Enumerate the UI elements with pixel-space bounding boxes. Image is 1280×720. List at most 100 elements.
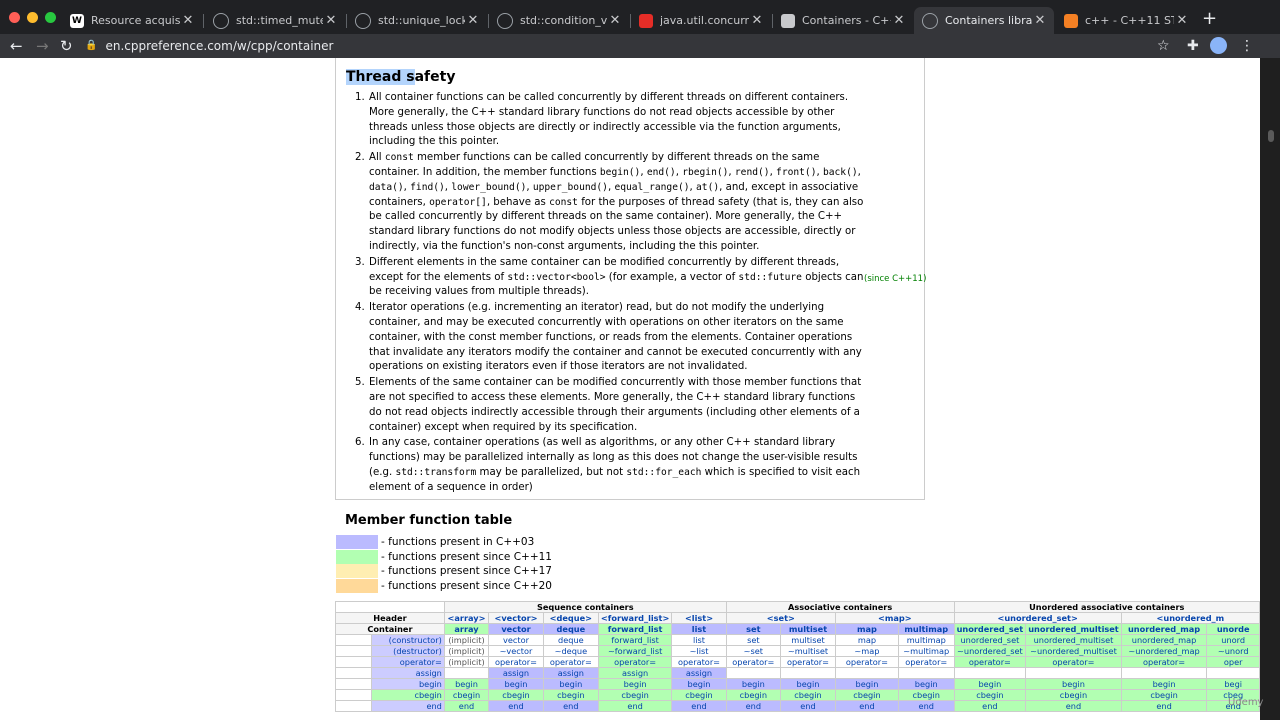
forward-icon[interactable]: → <box>36 37 49 55</box>
browser-tab[interactable]: c++ - C++11 STL cor✕ <box>1056 7 1196 34</box>
table-cell[interactable]: begin <box>725 678 782 690</box>
table-cell[interactable]: map <box>834 634 899 646</box>
container-name[interactable]: set <box>725 623 782 635</box>
table-cell[interactable]: begi <box>1206 678 1260 690</box>
row-label[interactable]: operator= <box>371 656 445 668</box>
container-name[interactable]: list <box>671 623 727 635</box>
table-cell[interactable]: unordered_multiset <box>1025 634 1122 646</box>
minimize-window-button[interactable] <box>27 12 38 23</box>
table-cell[interactable]: operator= <box>1120 656 1208 668</box>
table-cell[interactable]: cbegin <box>725 689 782 701</box>
bookmark-star-icon[interactable]: ☆ <box>1157 37 1170 55</box>
code-fragment[interactable]: std::future <box>738 272 802 283</box>
table-cell[interactable]: begin <box>542 678 599 690</box>
table-cell[interactable]: end <box>1025 700 1122 712</box>
browser-tab[interactable]: std::unique_lock - cp✕ <box>347 7 487 34</box>
table-cell[interactable]: forward_list <box>597 634 673 646</box>
table-cell[interactable]: end <box>1120 700 1208 712</box>
table-cell[interactable]: begin <box>671 678 727 690</box>
code-fragment[interactable]: equal_range() <box>614 182 689 193</box>
table-cell[interactable]: operator= <box>1025 656 1122 668</box>
table-cell[interactable]: end <box>725 700 782 712</box>
table-cell[interactable]: end <box>671 700 727 712</box>
table-cell[interactable]: end <box>897 700 955 712</box>
container-name[interactable]: multiset <box>780 623 836 635</box>
table-cell[interactable]: ~list <box>671 645 727 657</box>
code-fragment[interactable]: const <box>549 197 578 208</box>
table-cell[interactable]: begin <box>953 678 1027 690</box>
code-fragment[interactable]: front() <box>776 167 816 178</box>
code-fragment[interactable]: const <box>385 152 414 163</box>
table-cell[interactable]: list <box>671 634 727 646</box>
table-cell[interactable]: assign <box>488 667 544 679</box>
table-cell[interactable]: cbegin <box>897 689 955 701</box>
new-tab-button[interactable]: + <box>1202 8 1217 29</box>
table-cell[interactable]: begin <box>1120 678 1208 690</box>
code-fragment[interactable]: std::vector<bool> <box>507 272 605 283</box>
header-link[interactable]: <array> <box>443 612 490 624</box>
container-name[interactable]: vector <box>488 623 544 635</box>
table-cell[interactable]: operator= <box>671 656 727 668</box>
address-bar[interactable]: 🔒 en.cppreference.com/w/cpp/container <box>85 37 1175 55</box>
browser-tab[interactable]: java.util.concurrent✕ <box>631 7 771 34</box>
table-cell[interactable]: assign <box>671 667 727 679</box>
row-label[interactable]: begin <box>371 678 445 690</box>
table-cell[interactable]: ~map <box>834 645 899 657</box>
table-cell[interactable]: cbegin <box>542 689 599 701</box>
maximize-window-button[interactable] <box>45 12 56 23</box>
table-cell[interactable]: operator= <box>725 656 782 668</box>
table-cell[interactable]: cbegin <box>834 689 899 701</box>
table-cell[interactable]: multimap <box>897 634 955 646</box>
code-fragment[interactable]: rbegin() <box>682 167 728 178</box>
table-cell[interactable]: end <box>443 700 490 712</box>
reload-icon[interactable]: ↻ <box>60 37 73 55</box>
table-cell[interactable]: cbegin <box>671 689 727 701</box>
container-name[interactable]: unordered_multiset <box>1025 623 1122 635</box>
table-cell[interactable]: vector <box>488 634 544 646</box>
table-cell[interactable]: ~forward_list <box>597 645 673 657</box>
table-cell[interactable]: unordered_map <box>1120 634 1208 646</box>
table-cell[interactable]: ~deque <box>542 645 599 657</box>
header-link[interactable]: <map> <box>834 612 955 624</box>
code-fragment[interactable]: begin() <box>600 167 640 178</box>
table-cell[interactable]: operator= <box>488 656 544 668</box>
table-cell[interactable]: operator= <box>953 656 1027 668</box>
menu-icon[interactable]: ⋮ <box>1240 37 1254 55</box>
close-window-button[interactable] <box>9 12 20 23</box>
browser-tab[interactable]: std::timed_mutex - c✕ <box>205 7 345 34</box>
page-scrollbar[interactable] <box>1260 58 1280 720</box>
table-cell[interactable]: cbegin <box>1025 689 1122 701</box>
code-fragment[interactable]: back() <box>823 167 858 178</box>
table-cell[interactable]: ~unord <box>1206 645 1260 657</box>
table-cell[interactable]: ~multimap <box>897 645 955 657</box>
table-cell[interactable]: cbegin <box>953 689 1027 701</box>
back-icon[interactable]: ← <box>10 37 23 55</box>
row-label[interactable]: cbegin <box>371 689 445 701</box>
container-name[interactable]: multimap <box>897 623 955 635</box>
header-link[interactable]: <set> <box>725 612 836 624</box>
container-name[interactable]: unorde <box>1206 623 1260 635</box>
header-link[interactable]: <deque> <box>542 612 599 624</box>
table-cell[interactable]: begin <box>597 678 673 690</box>
table-cell[interactable]: operator= <box>780 656 836 668</box>
table-cell[interactable]: set <box>725 634 782 646</box>
container-name[interactable]: map <box>834 623 899 635</box>
tab-close-icon[interactable]: ✕ <box>180 13 196 28</box>
tab-close-icon[interactable]: ✕ <box>749 13 765 28</box>
row-label[interactable]: (constructor) <box>371 634 445 646</box>
browser-tab[interactable]: Containers - C++ Re✕ <box>773 7 913 34</box>
tab-close-icon[interactable]: ✕ <box>1032 13 1048 28</box>
table-cell[interactable]: cbegin <box>597 689 673 701</box>
code-fragment[interactable]: upper_bound() <box>533 182 608 193</box>
table-cell[interactable]: begin <box>897 678 955 690</box>
table-cell[interactable]: end <box>953 700 1027 712</box>
table-cell[interactable]: unordered_set <box>953 634 1027 646</box>
table-cell[interactable]: cbegin <box>488 689 544 701</box>
row-label[interactable]: (destructor) <box>371 645 445 657</box>
table-cell[interactable]: operator= <box>897 656 955 668</box>
container-name[interactable]: forward_list <box>597 623 673 635</box>
container-name[interactable]: unordered_map <box>1120 623 1208 635</box>
table-cell[interactable]: cbegin <box>780 689 836 701</box>
code-fragment[interactable]: rend() <box>735 167 770 178</box>
tab-close-icon[interactable]: ✕ <box>465 13 481 28</box>
